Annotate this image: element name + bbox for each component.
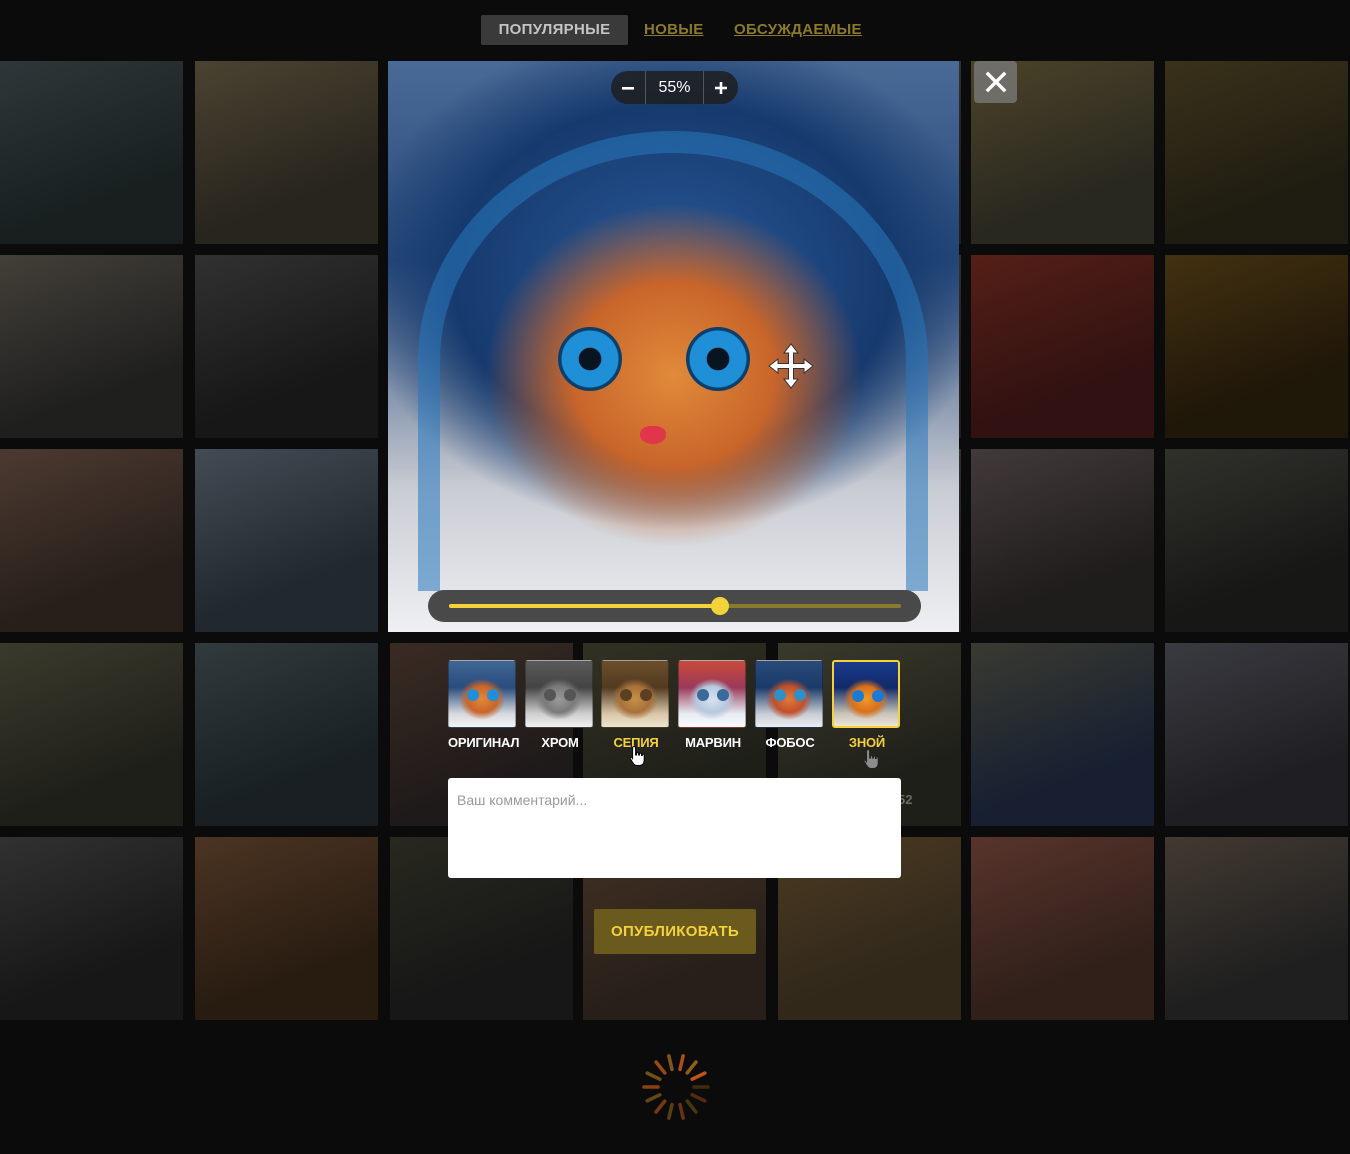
kitten-eye-right [686,327,750,391]
filter-thumbnail [832,660,900,728]
filter-label: МАРВИН [685,735,741,750]
plus-icon [715,81,727,94]
hand-cursor-icon [629,745,645,766]
spinner-segment [690,1071,707,1081]
filter-thumbnail [448,660,516,728]
spinner-segment [654,1060,667,1075]
tab-new[interactable]: НОВЫЕ [644,15,704,45]
filter-heat[interactable]: ЗНОЙ [832,660,902,750]
filter-thumbnail [678,660,746,728]
zoom-value: 55% [658,78,691,96]
spinner-segment [690,1093,707,1103]
background-photo-tile[interactable] [971,255,1154,438]
filter-marvin[interactable]: МАРВИН [678,660,748,750]
background-photo-tile[interactable] [971,643,1154,826]
filter-thumbnail [525,660,593,728]
background-photo-tile[interactable] [0,837,183,1020]
close-button[interactable] [974,61,1017,103]
editor-image[interactable] [388,61,959,632]
filter-sepia[interactable]: СЕПИЯ [601,660,671,750]
spinner-segment [645,1071,662,1081]
background-photo-tile[interactable] [1165,255,1348,438]
zoom-in-button[interactable] [704,71,738,104]
loading-spinner-icon [642,1054,710,1120]
background-photo-tile[interactable] [195,255,378,438]
move-icon [768,343,814,389]
spinner-segment [667,1102,674,1120]
spinner-segment [678,1102,685,1120]
zoom-out-button[interactable] [611,71,645,104]
spinner-segment [645,1093,662,1103]
filter-original[interactable]: ОРИГИНАЛ [448,660,520,750]
zoom-control: 55% [611,71,738,104]
intensity-slider[interactable] [428,590,921,622]
background-photo-tile[interactable] [0,449,183,632]
filter-thumbnail [601,660,669,728]
minus-icon [622,86,634,90]
background-photo-tile[interactable] [1165,837,1348,1020]
background-photo-tile[interactable] [0,255,183,438]
filter-chrome[interactable]: ХРОМ [525,660,595,750]
background-photo-tile[interactable] [195,61,378,244]
tab-popular[interactable]: ПОПУЛЯРНЫЕ [481,15,628,45]
background-photo-tile[interactable] [195,449,378,632]
background-photo-tile[interactable] [1165,61,1348,244]
comment-input[interactable] [448,778,901,878]
hand-cursor-icon [863,748,879,769]
background-photo-tile[interactable] [1165,643,1348,826]
filter-label: ФОБОС [765,735,815,750]
close-icon [985,71,1006,93]
background-photo-tile[interactable] [971,449,1154,632]
photo-count-badge: 52 [898,792,913,807]
kitten-nose [640,426,666,444]
background-photo-tile[interactable] [195,643,378,826]
slider-fill [449,604,721,608]
background-photo-tile[interactable] [195,837,378,1020]
background-photo-tile[interactable] [0,643,183,826]
filter-phobos[interactable]: ФОБОС [755,660,825,750]
top-nav: ПОПУЛЯРНЫЕ НОВЫЕ ОБСУЖДАЕМЫЕ [0,15,1350,45]
background-photo-tile[interactable] [0,61,183,244]
filter-strip: ОРИГИНАЛ ХРОМ СЕПИЯ МАРВИН ФОБОС ЗНОЙ [448,660,903,760]
spinner-segment [654,1099,667,1114]
kitten-eye-left [558,327,622,391]
publish-button[interactable]: ОПУБЛИКОВАТЬ [594,909,756,954]
spinner-segment [685,1099,698,1114]
spinner-segment [667,1054,674,1072]
tab-discussed[interactable]: ОБСУЖДАЕМЫЕ [734,15,862,45]
background-photo-tile[interactable] [971,837,1154,1020]
filter-thumbnail [755,660,823,728]
slider-handle[interactable] [711,597,730,615]
background-photo-tile[interactable] [1165,449,1348,632]
kitten-hood [418,131,928,591]
spinner-segment [685,1060,698,1075]
filter-label: ОРИГИНАЛ [448,735,520,750]
spinner-segment [678,1054,685,1072]
filter-label: ХРОМ [541,735,579,750]
